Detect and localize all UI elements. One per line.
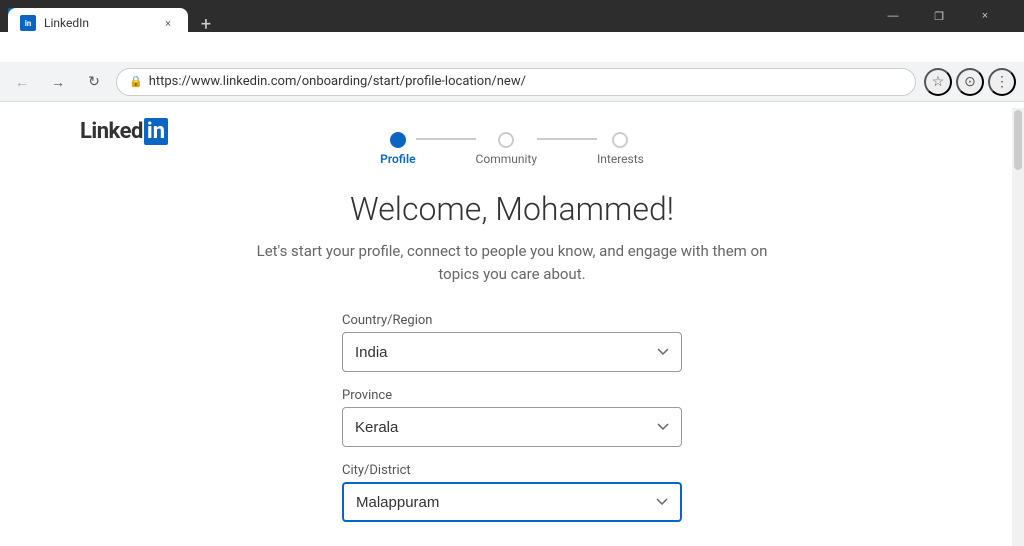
address-bar-row: ← → ↻ 🔒 https://www.linkedin.com/onboard… <box>0 62 1024 102</box>
step-circle-interests <box>612 132 628 148</box>
country-field-group: Country/Region India <box>342 313 682 372</box>
step-label-profile: Profile <box>380 152 415 166</box>
city-label: City/District <box>342 463 682 478</box>
scrollbar[interactable] <box>1012 108 1024 546</box>
title-bar: in LinkedIn in LinkedIn × + — ❐ × <box>0 0 1024 32</box>
step-interests: Interests <box>597 132 644 166</box>
active-tab[interactable]: in LinkedIn × <box>8 8 188 38</box>
address-bar[interactable]: 🔒 https://www.linkedin.com/onboarding/st… <box>116 68 916 96</box>
form-section: Country/Region India Province Kerala Cit… <box>342 313 682 540</box>
toolbar-icons: ☆ ⊙ ⋮ <box>924 68 1016 96</box>
logo-in-part: in <box>144 118 168 145</box>
tab-title: LinkedIn <box>44 16 152 30</box>
province-label: Province <box>342 388 682 403</box>
menu-button[interactable]: ⋮ <box>988 68 1016 96</box>
linkedin-logo: Linked in <box>80 118 168 145</box>
browser-chrome: in LinkedIn in LinkedIn × + — ❐ × ← <box>0 0 1024 102</box>
restore-button[interactable]: ❐ <box>916 0 962 32</box>
back-button[interactable]: ← <box>8 68 36 96</box>
profile-button[interactable]: ⊙ <box>956 68 984 96</box>
close-tab-button[interactable]: × <box>160 15 176 31</box>
progress-steps: Profile Community Interests <box>380 132 644 166</box>
step-line-1 <box>416 138 476 140</box>
tab-favicon-inner: in <box>20 15 36 31</box>
city-select[interactable]: Malappuram <box>342 482 682 522</box>
minimize-button[interactable]: — <box>870 0 916 32</box>
close-window-button[interactable]: × <box>962 0 1008 32</box>
bookmark-button[interactable]: ☆ <box>924 68 952 96</box>
reload-button[interactable]: ↻ <box>80 68 108 96</box>
country-select[interactable]: India <box>342 332 682 372</box>
address-text: https://www.linkedin.com/onboarding/star… <box>149 74 903 89</box>
province-select[interactable]: Kerala <box>342 407 682 447</box>
step-circle-community <box>498 132 514 148</box>
logo-text-part: Linked <box>80 119 143 144</box>
new-tab-button[interactable]: + <box>192 10 220 38</box>
country-label: Country/Region <box>342 313 682 328</box>
page-content: Linked in Profile Community Interests We… <box>0 102 1024 540</box>
step-label-community: Community <box>476 152 537 166</box>
scrollbar-thumb[interactable] <box>1014 110 1022 170</box>
window-controls: — ❐ × <box>870 0 1008 32</box>
step-profile: Profile <box>380 132 415 166</box>
welcome-subtitle: Let's start your profile, connect to peo… <box>252 240 772 285</box>
step-label-interests: Interests <box>597 152 644 166</box>
forward-button[interactable]: → <box>44 68 72 96</box>
step-circle-profile <box>390 132 406 148</box>
province-field-group: Province Kerala <box>342 388 682 447</box>
step-line-2 <box>537 138 597 140</box>
city-field-group: City/District Malappuram <box>342 463 682 522</box>
welcome-heading: Welcome, Mohammed! <box>350 190 674 228</box>
lock-icon: 🔒 <box>129 75 143 88</box>
step-community: Community <box>476 132 537 166</box>
